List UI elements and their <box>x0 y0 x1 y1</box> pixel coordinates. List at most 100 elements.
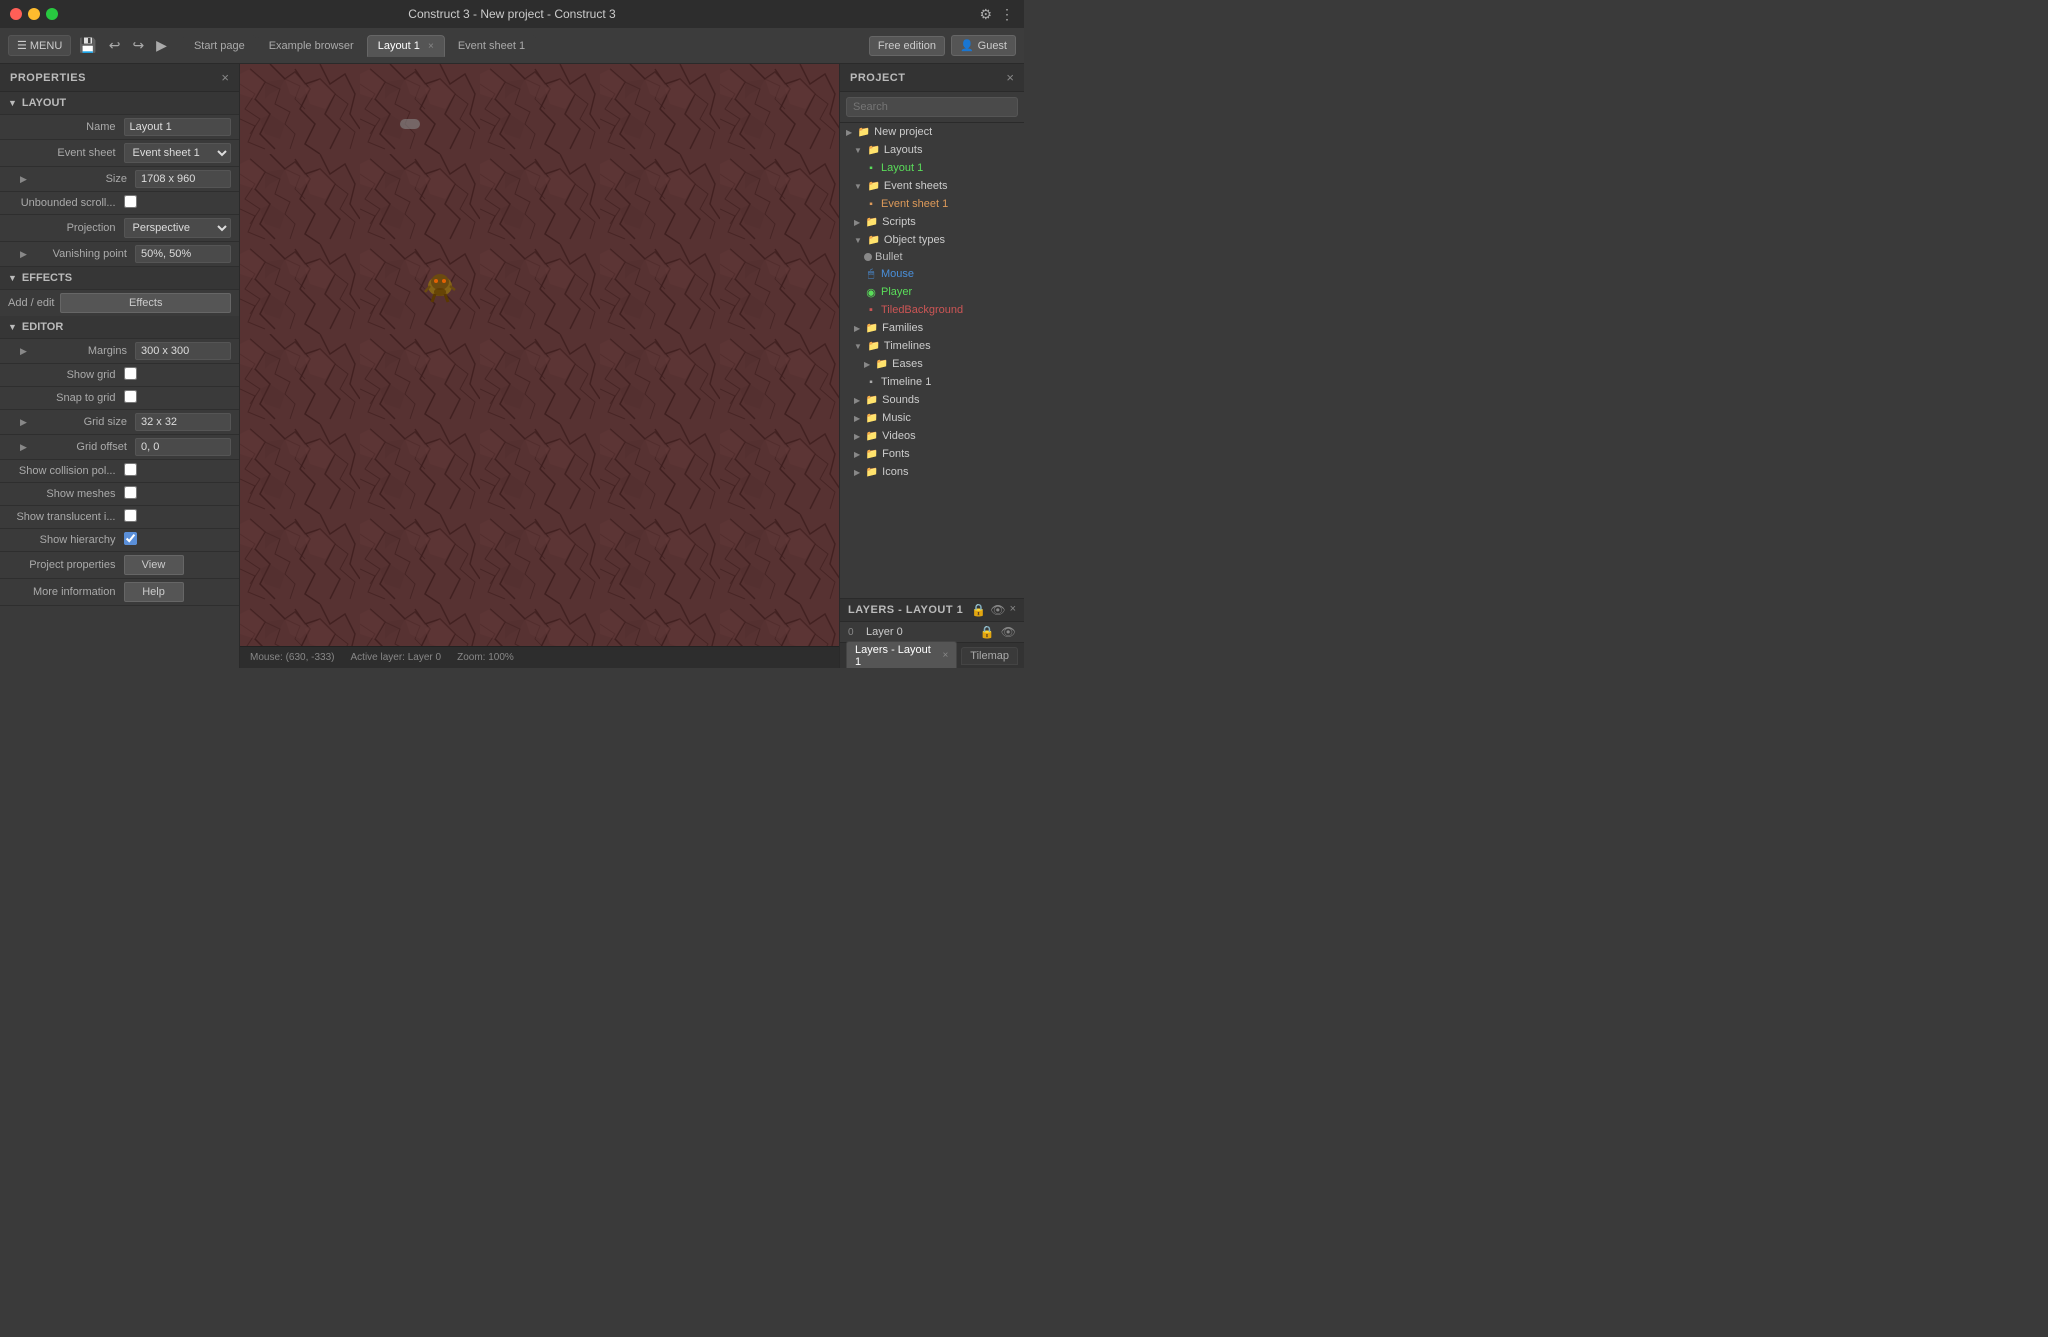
show-grid-checkbox[interactable] <box>124 367 137 380</box>
bottom-tab-layers[interactable]: Layers - Layout 1 × <box>846 641 957 669</box>
grid-size-input[interactable] <box>135 413 231 431</box>
effects-section-header[interactable]: ▼ EFFECTS <box>0 267 239 290</box>
tree-item-videos[interactable]: ▶ 📁 Videos <box>840 427 1024 445</box>
tab-close-icon[interactable]: × <box>428 41 434 52</box>
tree-item-mouse[interactable]: 🖱 Mouse <box>840 265 1024 283</box>
menu-button[interactable]: ☰ MENU <box>8 35 71 56</box>
tab-layout1[interactable]: Layout 1 × <box>367 35 445 57</box>
tree-item-player[interactable]: ◉ Player <box>840 283 1024 301</box>
more-options-icon[interactable]: ⋮ <box>1000 6 1014 23</box>
grid-offset-label: Grid offset <box>31 441 135 453</box>
timelines-arrow: ▼ <box>854 342 862 351</box>
canvas-viewport[interactable] <box>240 64 839 646</box>
tree-item-new-project[interactable]: ▶ 📁 New project <box>840 123 1024 141</box>
collision-checkbox[interactable] <box>124 463 137 476</box>
unbounded-checkbox[interactable] <box>124 195 137 208</box>
layers-tab-close[interactable]: × <box>942 650 948 661</box>
fonts-folder-icon: 📁 <box>865 447 879 461</box>
effects-button[interactable]: Effects <box>60 293 231 313</box>
tree-item-families[interactable]: ▶ 📁 Families <box>840 319 1024 337</box>
snap-grid-checkbox[interactable] <box>124 390 137 403</box>
grid-size-arrow-icon: ▶ <box>20 417 27 428</box>
translucent-checkbox[interactable] <box>124 509 137 522</box>
tree-item-icons[interactable]: ▶ 📁 Icons <box>840 463 1024 481</box>
tab-example-browser[interactable]: Example browser <box>258 35 365 57</box>
tree-item-sounds[interactable]: ▶ 📁 Sounds <box>840 391 1024 409</box>
menu-label: MENU <box>30 40 62 52</box>
minimize-button[interactable] <box>28 8 40 20</box>
tree-item-timelines[interactable]: ▼ 📁 Timelines <box>840 337 1024 355</box>
tab-event-sheet1[interactable]: Event sheet 1 <box>447 35 536 57</box>
toolbar: ☰ MENU 💾 ↩ ↪ ▶ Start page Example browse… <box>0 28 1024 64</box>
name-input[interactable] <box>124 118 232 136</box>
tree-item-tiled-bg[interactable]: ▪ TiledBackground <box>840 301 1024 319</box>
maximize-button[interactable] <box>46 8 58 20</box>
vanishing-input[interactable] <box>135 245 231 263</box>
layers-close-icon[interactable]: × <box>1010 603 1016 617</box>
layer-name: Layer 0 <box>866 626 903 638</box>
grid-offset-value <box>135 438 231 456</box>
search-input[interactable] <box>846 97 1018 117</box>
project-close-icon[interactable]: × <box>1006 70 1014 85</box>
tree-item-layout1[interactable]: ▪ Layout 1 <box>840 159 1024 177</box>
tree-item-music[interactable]: ▶ 📁 Music <box>840 409 1024 427</box>
tree-item-eases[interactable]: ▶ 📁 Eases <box>840 355 1024 373</box>
undo-button[interactable]: ↩ <box>105 33 125 58</box>
close-button[interactable] <box>10 8 22 20</box>
tree-item-event-sheet1[interactable]: ▪ Event sheet 1 <box>840 195 1024 213</box>
editor-section-header[interactable]: ▼ EDITOR <box>0 316 239 339</box>
tree-item-object-types[interactable]: ▼ 📁 Object types <box>840 231 1024 249</box>
bullet-label: Bullet <box>875 251 903 263</box>
show-grid-label: Show grid <box>8 369 124 381</box>
properties-close-icon[interactable]: × <box>221 70 229 85</box>
hierarchy-checkbox[interactable] <box>124 532 137 545</box>
tree-item-event-sheets[interactable]: ▼ 📁 Event sheets <box>840 177 1024 195</box>
families-label: Families <box>882 322 923 334</box>
layers-eye-icon[interactable]: 👁 <box>990 603 1005 617</box>
prop-more-info-row: More information Help <box>0 579 239 606</box>
tree-item-fonts[interactable]: ▶ 📁 Fonts <box>840 445 1024 463</box>
project-tree-area: PROJECT × ▶ 📁 New project ▼ 📁 Layouts ▪ … <box>840 64 1024 599</box>
tree-item-layouts[interactable]: ▼ 📁 Layouts <box>840 141 1024 159</box>
layout-section-header[interactable]: ▼ LAYOUT <box>0 92 239 115</box>
settings-icon[interactable]: ⚙ <box>979 6 992 23</box>
tab-start-page[interactable]: Start page <box>183 35 256 57</box>
tree-item-timeline1[interactable]: ▪ Timeline 1 <box>840 373 1024 391</box>
tiled-bg-label: TiledBackground <box>881 304 963 316</box>
event-sheet-select[interactable]: Event sheet 1 <box>124 143 232 163</box>
layouts-folder-icon: 📁 <box>867 143 881 157</box>
bottom-tab-tilemap[interactable]: Tilemap <box>961 647 1018 665</box>
guest-button[interactable]: 👤 Guest <box>951 35 1016 56</box>
save-button[interactable]: 💾 <box>75 33 100 58</box>
free-edition-button[interactable]: Free edition <box>869 36 945 56</box>
eases-label: Eases <box>892 358 923 370</box>
hierarchy-value <box>124 532 232 548</box>
zoom-status: Zoom: 100% <box>457 652 514 663</box>
view-button[interactable]: View <box>124 555 184 575</box>
layer-row-0[interactable]: 0 Layer 0 🔒 👁 <box>840 622 1024 642</box>
play-button[interactable]: ▶ <box>152 33 171 58</box>
redo-button[interactable]: ↪ <box>128 33 148 58</box>
tab-bar: Start page Example browser Layout 1 × Ev… <box>183 35 536 57</box>
tree-item-scripts[interactable]: ▶ 📁 Scripts <box>840 213 1024 231</box>
projection-select[interactable]: Perspective <box>124 218 232 238</box>
toolbar-right: Free edition 👤 Guest <box>869 35 1016 56</box>
grid-offset-arrow-icon: ▶ <box>20 442 27 453</box>
margins-input[interactable] <box>135 342 231 360</box>
layers-header: LAYERS - LAYOUT 1 🔒 👁 × <box>840 599 1024 622</box>
mouse-label: Mouse <box>881 268 914 280</box>
translucent-value <box>124 509 232 525</box>
active-layer-status: Active layer: Layer 0 <box>351 652 442 663</box>
size-input[interactable] <box>135 170 231 188</box>
layer-lock-icon[interactable]: 🔒 <box>980 625 995 639</box>
music-arrow: ▶ <box>854 414 860 423</box>
meshes-checkbox[interactable] <box>124 486 137 499</box>
new-project-folder-icon: 📁 <box>857 125 871 139</box>
grid-offset-input[interactable] <box>135 438 231 456</box>
vanishing-label: Vanishing point <box>31 248 135 260</box>
tree-item-bullet[interactable]: Bullet <box>840 249 1024 265</box>
layer-eye-icon[interactable]: 👁 <box>1001 625 1016 639</box>
prop-event-sheet-row: Event sheet Event sheet 1 <box>0 140 239 167</box>
help-button[interactable]: Help <box>124 582 184 602</box>
layers-lock-icon[interactable]: 🔒 <box>971 603 986 617</box>
